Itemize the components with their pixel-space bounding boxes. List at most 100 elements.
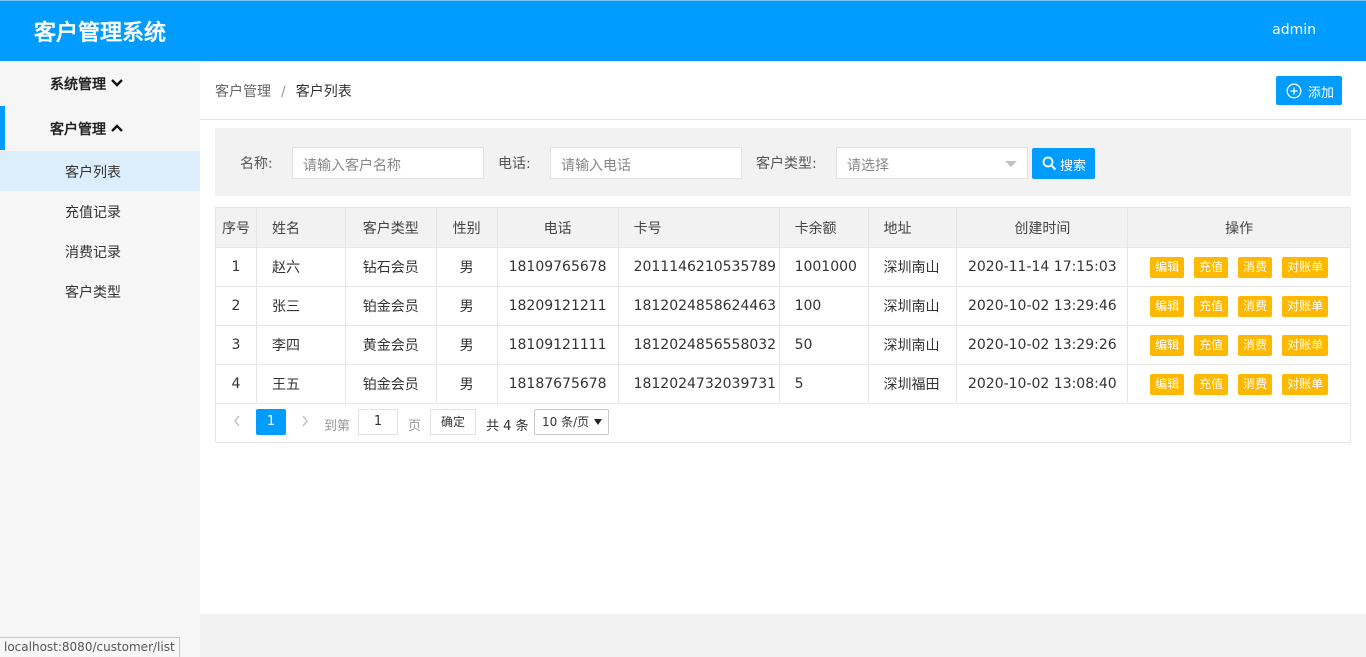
customer-table: 序号 姓名 客户类型 性别 电话 卡号 卡余额 地址 创建时间 操作 1 赵六 … [215, 207, 1351, 404]
customer-type-select-value: 请选择 [847, 158, 889, 174]
cell-actions: 编辑 充值 消费 对账单 [1127, 247, 1351, 287]
cell-card: 1812024858624463 [617, 286, 780, 326]
page-number-input[interactable]: 1 [358, 409, 398, 435]
cell-actions: 编辑 充值 消费 对账单 [1127, 364, 1351, 404]
consume-button[interactable]: 消费 [1238, 373, 1273, 395]
statement-button[interactable]: 对账单 [1282, 256, 1329, 278]
cell-type: 黄金会员 [344, 325, 437, 365]
cell-type: 铂金会员 [344, 286, 437, 326]
name-search-input[interactable]: 请输入客户名称 [292, 147, 484, 179]
cell-card: 2011146210535789 [617, 247, 780, 287]
cell-gender: 男 [435, 247, 498, 287]
search-form: 名称: 请输入客户名称 电话: 请输入电话 客户类型: 请选择 搜索 [215, 128, 1351, 196]
chevron-right-icon[interactable] [300, 414, 310, 428]
cell-card: 1812024856558032 [617, 325, 780, 365]
cell-phone: 18109121111 [496, 325, 619, 365]
cell-name: 李四 [255, 325, 346, 365]
cell-phone: 18209121211 [496, 286, 619, 326]
page-size-select[interactable]: 10 条/页 [534, 409, 609, 435]
cell-type: 钻石会员 [344, 247, 437, 287]
main-content: 客户管理 / 客户列表 添加 名称: 请输入客户名称 电话: 请输入电话 客户类型:… [200, 61, 1366, 614]
page-confirm-button[interactable]: 确定 [430, 409, 476, 435]
cell-address: 深圳福田 [867, 364, 958, 404]
column-header: 姓名 [255, 207, 346, 248]
column-header: 地址 [867, 207, 958, 248]
table-row: 4 王五 铂金会员 男 18187675678 1812024732039731… [215, 364, 1351, 404]
total-count: 共 4 条 [486, 419, 529, 434]
sidebar-item-customer-list[interactable]: 客户列表 [0, 151, 200, 191]
pagination: 1 到第 1 页 确定 共 4 条 10 条/页 [215, 402, 1351, 443]
cell-gender: 男 [435, 325, 498, 365]
browser-status-url: localhost:8080/customer/list [0, 637, 180, 657]
cell-balance: 100 [778, 286, 869, 326]
cell-address: 深圳南山 [867, 325, 958, 365]
consume-button[interactable]: 消费 [1238, 295, 1273, 317]
cell-address: 深圳南山 [867, 286, 958, 326]
table-header-row: 序号 姓名 客户类型 性别 电话 卡号 卡余额 地址 创建时间 操作 [215, 207, 1351, 248]
column-header: 电话 [496, 207, 619, 248]
sidebar-group-label: 系统管理 [50, 77, 106, 93]
statement-button[interactable]: 对账单 [1282, 334, 1329, 356]
caret-down-icon [594, 419, 602, 425]
sidebar-item-label: 客户列表 [65, 165, 121, 181]
table-row: 1 赵六 钻石会员 男 18109765678 2011146210535789… [215, 247, 1351, 287]
sidebar-group-customer[interactable]: 客户管理 [0, 106, 200, 150]
user-menu[interactable]: admin [1272, 22, 1316, 38]
add-button-label: 添加 [1308, 86, 1335, 101]
page-size-value: 10 条/页 [542, 415, 590, 429]
type-filter-label: 客户类型: [756, 156, 817, 172]
phone-search-input[interactable]: 请输入电话 [550, 147, 742, 179]
sidebar-item-label: 充值记录 [65, 205, 121, 221]
page-current[interactable]: 1 [256, 409, 286, 435]
edit-button[interactable]: 编辑 [1150, 256, 1185, 278]
table-row: 2 张三 铂金会员 男 18209121211 1812024858624463… [215, 286, 1351, 326]
add-button[interactable]: 添加 [1276, 76, 1342, 105]
cell-address: 深圳南山 [867, 247, 958, 287]
cell-type: 铂金会员 [344, 364, 437, 404]
cell-created: 2020-10-02 13:29:26 [956, 325, 1129, 365]
column-header: 客户类型 [344, 207, 437, 248]
sidebar-item-recharge-records[interactable]: 充值记录 [0, 191, 200, 231]
consume-button[interactable]: 消费 [1238, 256, 1273, 278]
edit-button[interactable]: 编辑 [1150, 295, 1185, 317]
column-header: 操作 [1127, 207, 1351, 248]
column-header: 性别 [435, 207, 498, 248]
table-row: 3 李四 黄金会员 男 18109121111 1812024856558032… [215, 325, 1351, 365]
breadcrumb-bar: 客户管理 / 客户列表 添加 [200, 61, 1366, 120]
column-header: 序号 [215, 207, 257, 248]
statement-button[interactable]: 对账单 [1282, 373, 1329, 395]
breadcrumb-current: 客户列表 [295, 84, 352, 100]
cell-phone: 18187675678 [496, 364, 619, 404]
search-button[interactable]: 搜索 [1032, 148, 1095, 179]
cell-balance: 5 [778, 364, 869, 404]
edit-button[interactable]: 编辑 [1150, 334, 1185, 356]
breadcrumb: 客户管理 / 客户列表 [215, 81, 352, 101]
cell-balance: 1001000 [778, 247, 869, 287]
customer-type-select[interactable]: 请选择 [836, 147, 1028, 179]
sidebar-item-label: 客户类型 [65, 285, 121, 301]
cell-name: 张三 [255, 286, 346, 326]
sidebar-item-consume-records[interactable]: 消费记录 [0, 231, 200, 271]
statement-button[interactable]: 对账单 [1282, 295, 1329, 317]
column-header: 创建时间 [956, 207, 1129, 248]
sidebar-item-customer-types[interactable]: 客户类型 [0, 271, 200, 311]
consume-button[interactable]: 消费 [1238, 334, 1273, 356]
cell-name: 赵六 [255, 247, 346, 287]
sidebar: 系统管理 客户管理 客户列表 充值记录 消费记录 客户类型 [0, 61, 200, 657]
recharge-button[interactable]: 充值 [1194, 295, 1229, 317]
column-header: 卡号 [617, 207, 780, 248]
cell-created: 2020-10-02 13:29:46 [956, 286, 1129, 326]
recharge-button[interactable]: 充值 [1194, 256, 1229, 278]
app-title: 客户管理系统 [34, 21, 167, 46]
page-unit-label: 页 [408, 419, 422, 434]
goto-label: 到第 [324, 419, 351, 434]
recharge-button[interactable]: 充值 [1194, 334, 1229, 356]
sidebar-group-system[interactable]: 系统管理 [0, 61, 200, 105]
chevron-up-icon [111, 124, 123, 132]
name-filter-label: 名称: [240, 156, 273, 172]
cell-no: 1 [215, 247, 257, 287]
edit-button[interactable]: 编辑 [1150, 373, 1185, 395]
recharge-button[interactable]: 充值 [1194, 373, 1229, 395]
breadcrumb-parent[interactable]: 客户管理 [215, 84, 271, 100]
chevron-left-icon[interactable] [232, 414, 242, 428]
